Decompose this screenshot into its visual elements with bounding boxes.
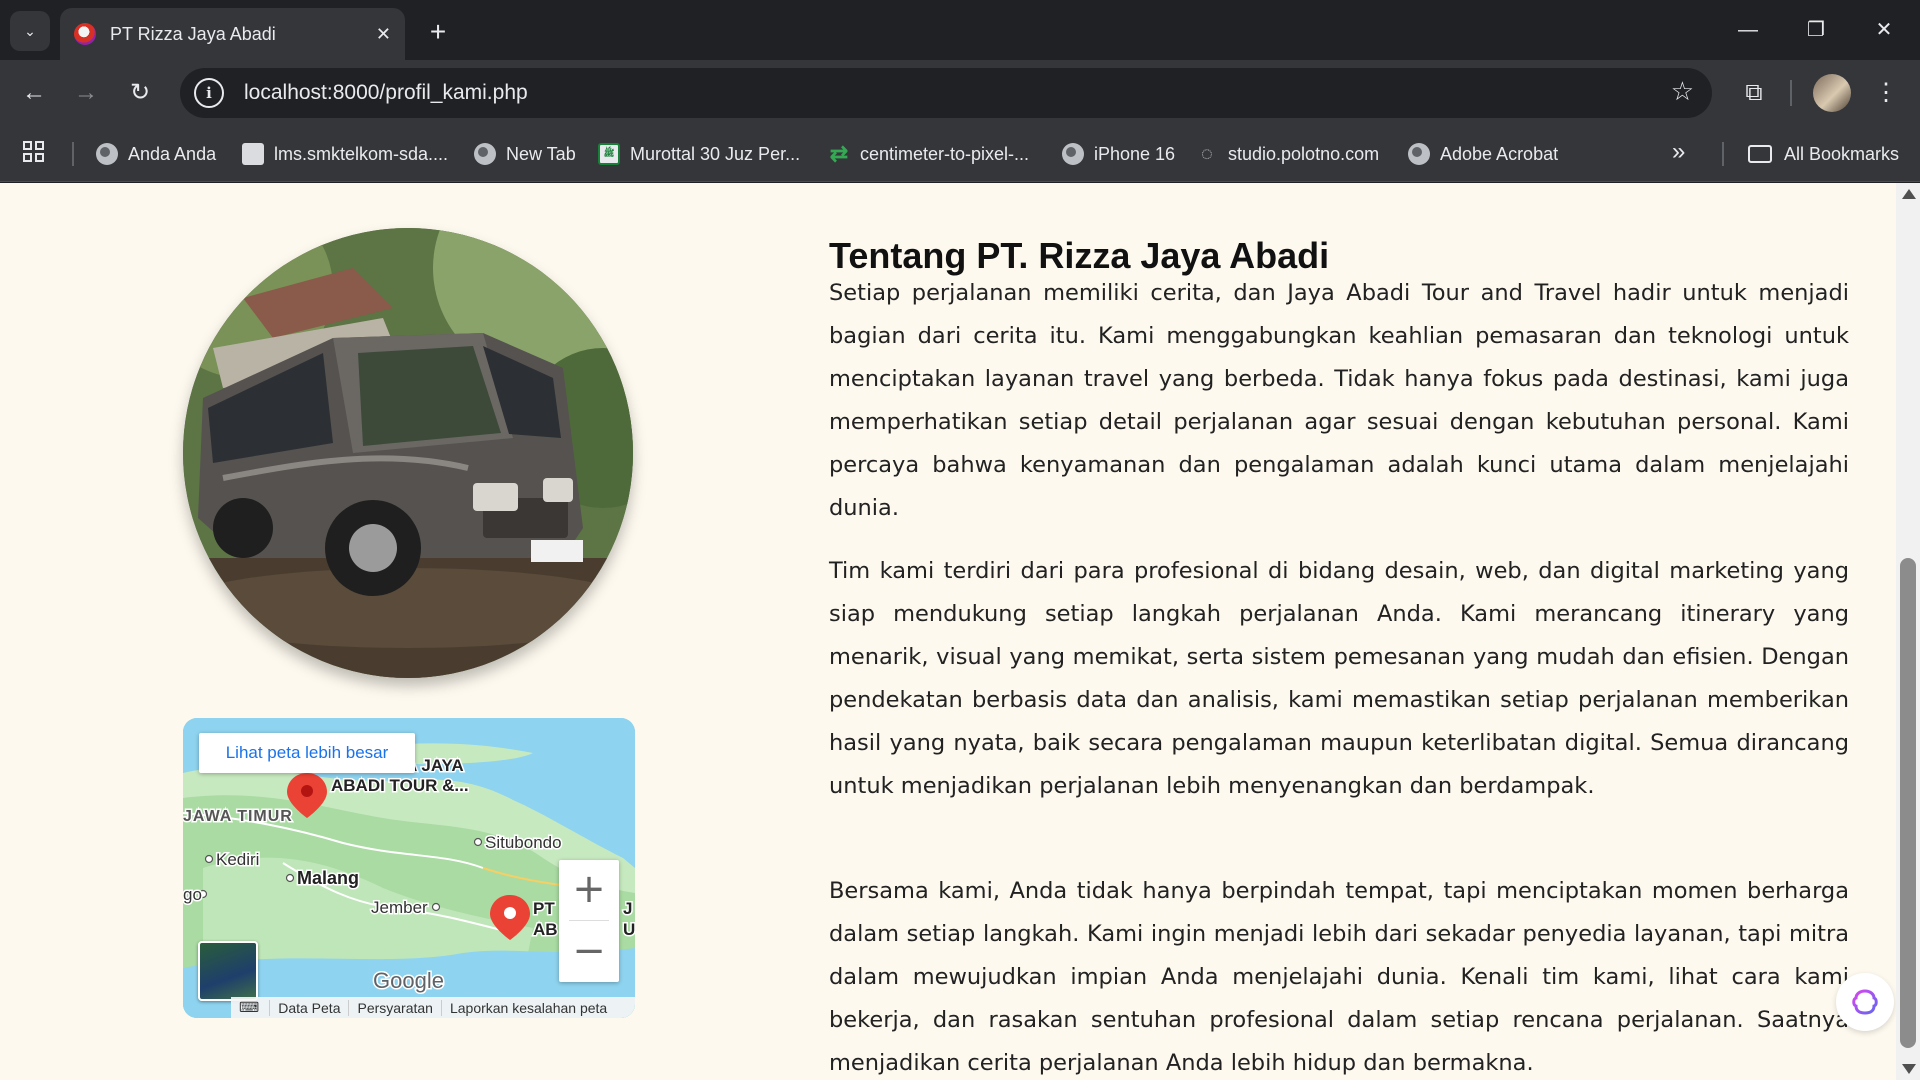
- map-label: Kediri: [216, 850, 259, 869]
- bookmark-new-tab[interactable]: New Tab: [474, 138, 576, 170]
- bookmarks-divider: [1722, 142, 1724, 166]
- map-label: PT: [533, 899, 555, 918]
- close-tab-icon[interactable]: ✕: [376, 24, 391, 45]
- map-label: Malang: [297, 868, 359, 888]
- site-favicon-icon: [74, 23, 96, 45]
- scroll-up-arrow-icon[interactable]: [1902, 189, 1916, 199]
- view-larger-map-link[interactable]: Lihat peta lebih besar: [199, 733, 415, 773]
- google-map-embed[interactable]: A JAYA ABADI TOUR &... JAWA TIMUR Situbo…: [183, 718, 635, 1018]
- scrollbar-thumb[interactable]: [1900, 558, 1916, 1048]
- page-title: Tentang PT. Rizza Jaya Abadi: [829, 235, 1330, 276]
- bookmark-adobe-acrobat[interactable]: Adobe Acrobat: [1408, 138, 1558, 170]
- globe-icon: [1408, 143, 1430, 165]
- bookmark-label: Murottal 30 Juz Per...: [630, 143, 801, 164]
- google-logo: Google: [373, 968, 444, 993]
- map-label: Situbondo: [485, 833, 562, 852]
- converter-icon: ⇄: [829, 141, 849, 166]
- report-error-link[interactable]: Laporkan kesalahan peta: [440, 999, 615, 1016]
- extensions-puzzle-icon[interactable]: ⧉: [1734, 73, 1774, 113]
- keyboard-icon[interactable]: ⌨: [231, 999, 269, 1016]
- murottal-icon: ﷺ: [598, 143, 620, 165]
- map-label: J: [623, 899, 632, 918]
- forward-arrow-icon[interactable]: →: [66, 73, 106, 113]
- all-bookmarks-button[interactable]: All Bookmarks: [1748, 138, 1899, 170]
- document-icon: [242, 143, 264, 165]
- profile-avatar[interactable]: [1813, 74, 1851, 112]
- bookmark-label: Anda Anda: [128, 143, 217, 164]
- bookmark-iphone-16[interactable]: iPhone 16: [1062, 138, 1175, 170]
- bookmark-label: New Tab: [506, 143, 576, 164]
- assistant-floating-button[interactable]: [1836, 973, 1894, 1031]
- map-zoom-control: + −: [559, 860, 619, 982]
- globe-icon: [1062, 143, 1084, 165]
- terms-link[interactable]: Persyaratan: [348, 999, 440, 1016]
- address-bar[interactable]: i localhost:8000/profil_kami.php ☆: [180, 68, 1712, 118]
- about-paragraph-3: Bersama kami, Anda tidak hanya berpindah…: [829, 878, 1849, 1076]
- tab-active[interactable]: PT Rizza Jaya Abadi ✕: [60, 8, 405, 60]
- page-scrollbar[interactable]: [1896, 183, 1920, 1080]
- about-paragraph-1: Setiap perjalanan memiliki cerita, dan J…: [829, 280, 1849, 521]
- bookmarks-bar: Anda Anda lms.smktelkom-sda.... New Tab …: [0, 126, 1920, 182]
- minimize-icon[interactable]: —: [1720, 12, 1776, 48]
- reload-icon[interactable]: ↻: [120, 73, 160, 113]
- map-attribution-bar: ⌨ Data Peta Persyaratan Laporkan kesalah…: [231, 997, 635, 1018]
- apps-grid-icon[interactable]: [22, 140, 50, 168]
- brain-icon: [1852, 989, 1878, 1015]
- chevron-double-right-icon[interactable]: »: [1672, 138, 1685, 166]
- about-paragraph-2: Tim kami terdiri dari para profesional d…: [829, 558, 1849, 799]
- all-bookmarks-label: All Bookmarks: [1784, 143, 1900, 164]
- zoom-out-button[interactable]: −: [559, 922, 619, 982]
- tab-title: PT Rizza Jaya Abadi: [110, 23, 276, 44]
- bookmark-star-icon[interactable]: ☆: [1671, 76, 1694, 107]
- bookmark-centimeter-to-pixel[interactable]: ⇄ centimeter-to-pixel-...: [828, 138, 1029, 170]
- new-tab-button[interactable]: +: [420, 14, 456, 50]
- bookmark-label: lms.smktelkom-sda....: [274, 143, 449, 164]
- map-label: Jember: [371, 898, 428, 917]
- bookmark-lms[interactable]: lms.smktelkom-sda....: [242, 138, 448, 170]
- bookmark-label: Adobe Acrobat: [1440, 143, 1559, 164]
- bookmark-murottal[interactable]: ﷺ Murottal 30 Juz Per...: [598, 138, 800, 170]
- bookmark-polotno[interactable]: ◌ studio.polotno.com: [1196, 138, 1379, 170]
- map-label: go: [183, 885, 202, 904]
- menu-kebab-icon[interactable]: ⋮: [1866, 73, 1906, 113]
- company-van-photo: [183, 228, 633, 678]
- bookmark-label: iPhone 16: [1094, 143, 1176, 164]
- zoom-in-button[interactable]: +: [559, 860, 619, 920]
- map-label: AB: [533, 920, 558, 939]
- site-info-icon[interactable]: i: [194, 78, 224, 108]
- tab-search-button[interactable]: ⌄: [10, 11, 50, 51]
- restore-icon[interactable]: ❐: [1788, 12, 1844, 48]
- folder-icon: [1748, 145, 1772, 163]
- bookmark-anda-anda[interactable]: Anda Anda: [96, 138, 216, 170]
- browser-toolbar: ← → ↻ i localhost:8000/profil_kami.php ☆…: [0, 60, 1920, 126]
- tab-strip: ⌄ PT Rizza Jaya Abadi ✕ + — ❐ ✕: [0, 0, 1920, 60]
- satellite-toggle-thumbnail[interactable]: [198, 941, 258, 1001]
- polotno-icon: ◌: [1201, 142, 1213, 165]
- map-data-link[interactable]: Data Peta: [269, 999, 348, 1016]
- close-window-icon[interactable]: ✕: [1856, 12, 1912, 48]
- page-viewport: A JAYA ABADI TOUR &... JAWA TIMUR Situbo…: [0, 183, 1920, 1080]
- globe-icon: [96, 143, 118, 165]
- map-label: JAWA TIMUR: [183, 808, 293, 825]
- back-arrow-icon[interactable]: ←: [14, 73, 54, 113]
- map-label: U: [623, 920, 635, 939]
- bookmark-label: centimeter-to-pixel-...: [860, 143, 1030, 164]
- bookmark-label: studio.polotno.com: [1228, 143, 1380, 164]
- scroll-down-arrow-icon[interactable]: [1902, 1064, 1916, 1074]
- bookmarks-divider: [72, 142, 74, 166]
- globe-icon: [474, 143, 496, 165]
- chevron-down-icon: ⌄: [24, 22, 36, 39]
- url-text[interactable]: localhost:8000/profil_kami.php: [244, 81, 528, 105]
- zoom-divider: [569, 920, 609, 921]
- toolbar-divider: [1790, 80, 1792, 106]
- map-label: ABADI TOUR &...: [331, 776, 469, 795]
